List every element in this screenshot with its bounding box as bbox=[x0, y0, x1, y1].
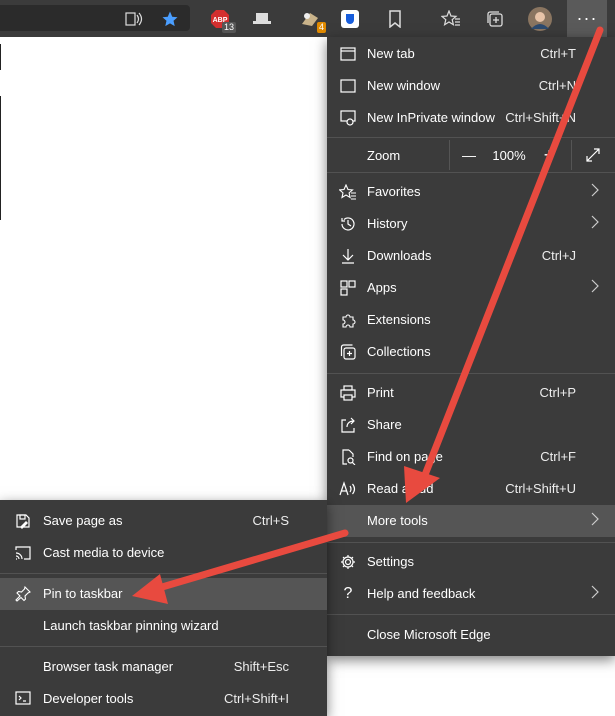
menu-item-share[interactable]: Share bbox=[327, 409, 615, 441]
menu-item-history[interactable]: History bbox=[327, 208, 615, 240]
settings-menu: New tab Ctrl+T New window Ctrl+N New InP… bbox=[327, 37, 615, 656]
inprivate-icon bbox=[339, 109, 357, 127]
fullscreen-button[interactable] bbox=[575, 138, 611, 172]
puzzle-icon bbox=[339, 311, 357, 329]
menu-item-apps[interactable]: Apps bbox=[327, 272, 615, 304]
gear-icon bbox=[339, 553, 357, 571]
submenu-item-task-manager[interactable]: Browser task manager Shift+Esc bbox=[0, 651, 327, 683]
chevron-right-icon bbox=[591, 279, 599, 296]
collections-icon bbox=[339, 343, 357, 361]
menu-item-settings[interactable]: Settings bbox=[327, 546, 615, 578]
chevron-right-icon bbox=[591, 215, 599, 232]
more-tools-submenu: Save page as Ctrl+S Cast media to device… bbox=[0, 500, 327, 716]
submenu-item-pin-taskbar[interactable]: Pin to taskbar bbox=[0, 578, 327, 610]
menu-separator bbox=[0, 573, 327, 574]
menu-item-new-inprivate[interactable]: New InPrivate window Ctrl+Shift+N bbox=[327, 102, 615, 134]
menu-item-read-aloud[interactable]: Read aloud Ctrl+Shift+U bbox=[327, 473, 615, 505]
menu-item-print[interactable]: Print Ctrl+P bbox=[327, 377, 615, 409]
more-button[interactable]: ··· bbox=[567, 0, 607, 37]
menu-item-zoom: Zoom — 100% + bbox=[327, 138, 615, 172]
menu-separator bbox=[327, 542, 615, 543]
question-icon: ? bbox=[343, 585, 353, 602]
favorites-icon[interactable] bbox=[438, 6, 464, 32]
menu-item-more-tools[interactable]: More tools bbox=[327, 505, 615, 537]
read-aloud-icon[interactable] bbox=[121, 6, 147, 32]
developer-tools-icon bbox=[14, 690, 32, 708]
extension-icon[interactable] bbox=[249, 6, 275, 32]
menu-item-close-edge[interactable]: Close Microsoft Edge bbox=[327, 619, 615, 651]
history-icon bbox=[339, 215, 357, 233]
download-icon bbox=[339, 247, 357, 265]
menu-item-new-tab[interactable]: New tab Ctrl+T bbox=[327, 38, 615, 70]
zoom-in-button[interactable]: + bbox=[531, 138, 567, 172]
menu-separator bbox=[327, 373, 615, 374]
browser-toolbar: ABP 13 4 ··· bbox=[0, 0, 615, 37]
cast-icon bbox=[14, 544, 32, 562]
page-border bbox=[0, 44, 1, 70]
adblock-badge: 13 bbox=[221, 22, 236, 33]
menu-separator bbox=[0, 646, 327, 647]
chevron-right-icon bbox=[591, 585, 599, 602]
new-tab-icon bbox=[339, 45, 357, 63]
chevron-right-icon bbox=[591, 512, 599, 529]
page-border bbox=[0, 96, 1, 220]
collections-icon[interactable] bbox=[482, 6, 508, 32]
menu-item-downloads[interactable]: Downloads Ctrl+J bbox=[327, 240, 615, 272]
bitwarden-icon[interactable] bbox=[337, 6, 363, 32]
menu-item-favorites[interactable]: Favorites bbox=[327, 176, 615, 208]
fullscreen-icon bbox=[586, 148, 600, 162]
menu-item-collections[interactable]: Collections bbox=[327, 336, 615, 368]
menu-item-new-window[interactable]: New window Ctrl+N bbox=[327, 70, 615, 102]
chevron-right-icon bbox=[591, 183, 599, 200]
reading-list-icon[interactable] bbox=[382, 6, 408, 32]
submenu-item-cast[interactable]: Cast media to device bbox=[0, 537, 327, 569]
favorite-star-icon[interactable] bbox=[157, 6, 183, 32]
zoom-divider bbox=[449, 140, 450, 170]
share-icon bbox=[339, 416, 357, 434]
find-icon bbox=[339, 448, 357, 466]
zoom-out-button[interactable]: — bbox=[451, 138, 487, 172]
adblock-extension-icon[interactable]: ABP 13 bbox=[207, 6, 236, 33]
profile-avatar[interactable] bbox=[527, 6, 553, 32]
menu-separator bbox=[327, 172, 615, 173]
new-window-icon bbox=[339, 77, 357, 95]
zoom-divider bbox=[571, 140, 572, 170]
submenu-item-pin-wizard[interactable]: Launch taskbar pinning wizard bbox=[0, 610, 327, 642]
menu-separator bbox=[327, 614, 615, 615]
menu-item-find[interactable]: Find on page Ctrl+F bbox=[327, 441, 615, 473]
zoom-level: 100% bbox=[492, 147, 526, 163]
submenu-item-save-page[interactable]: Save page as Ctrl+S bbox=[0, 505, 327, 537]
print-icon bbox=[339, 384, 357, 402]
menu-item-help[interactable]: ? Help and feedback bbox=[327, 578, 615, 610]
favorites-icon bbox=[339, 183, 357, 201]
read-aloud-icon bbox=[339, 480, 357, 498]
apps-icon bbox=[339, 279, 357, 297]
extension-icon[interactable]: 4 bbox=[297, 6, 326, 33]
pin-icon bbox=[14, 585, 32, 603]
more-icon: ··· bbox=[576, 8, 598, 28]
save-page-icon bbox=[14, 512, 32, 530]
submenu-item-dev-tools[interactable]: Developer tools Ctrl+Shift+I bbox=[0, 683, 327, 715]
menu-item-extensions[interactable]: Extensions bbox=[327, 304, 615, 336]
extension-badge: 4 bbox=[316, 22, 326, 33]
